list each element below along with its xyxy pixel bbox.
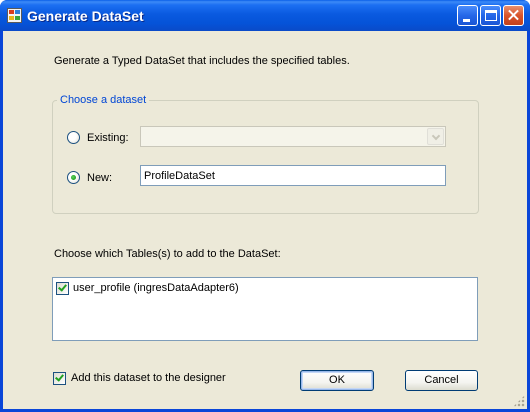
table-checkbox[interactable]	[56, 282, 69, 295]
close-button[interactable]	[503, 5, 524, 26]
tables-listbox[interactable]: user_profile (ingresDataAdapter6)	[52, 277, 478, 341]
tables-label: Choose which Tables(s) to add to the Dat…	[54, 248, 281, 260]
dataset-app-icon[interactable]	[7, 8, 22, 23]
dialog-client-area: Generate a Typed DataSet that includes t…	[3, 31, 527, 409]
new-radio[interactable]	[67, 171, 80, 184]
new-label: New:	[87, 172, 113, 184]
table-item-label: user_profile (ingresDataAdapter6)	[73, 282, 239, 294]
dataset-group-legend: Choose a dataset	[57, 94, 150, 106]
existing-label: Existing:	[87, 132, 129, 144]
minimize-icon	[463, 19, 470, 22]
resize-grip-icon[interactable]	[513, 395, 525, 407]
minimize-button[interactable]	[457, 5, 478, 26]
close-icon	[504, 6, 523, 25]
existing-dataset-combobox[interactable]	[140, 126, 446, 147]
chevron-down-icon	[431, 131, 441, 141]
maximize-icon	[485, 10, 497, 21]
title-bar[interactable]: Generate DataSet	[0, 0, 530, 31]
dialog-description: Generate a Typed DataSet that includes t…	[54, 55, 350, 67]
existing-radio[interactable]	[67, 131, 80, 144]
checkmark-icon	[55, 372, 64, 382]
dialog-window: Generate DataSet Generate a Typed DataSe…	[0, 0, 530, 412]
dataset-groupbox	[52, 100, 479, 214]
existing-dataset-dropdown-button[interactable]	[427, 128, 444, 145]
checkmark-icon	[58, 282, 67, 292]
maximize-button[interactable]	[480, 5, 501, 26]
new-dataset-name-input[interactable]	[140, 165, 446, 186]
add-to-designer-checkbox[interactable]	[53, 372, 66, 385]
add-to-designer-label: Add this dataset to the designer	[71, 372, 226, 384]
radio-selected-dot	[71, 175, 76, 180]
window-title: Generate DataSet	[27, 8, 144, 24]
ok-button[interactable]: OK	[300, 370, 374, 391]
cancel-button[interactable]: Cancel	[405, 370, 478, 391]
